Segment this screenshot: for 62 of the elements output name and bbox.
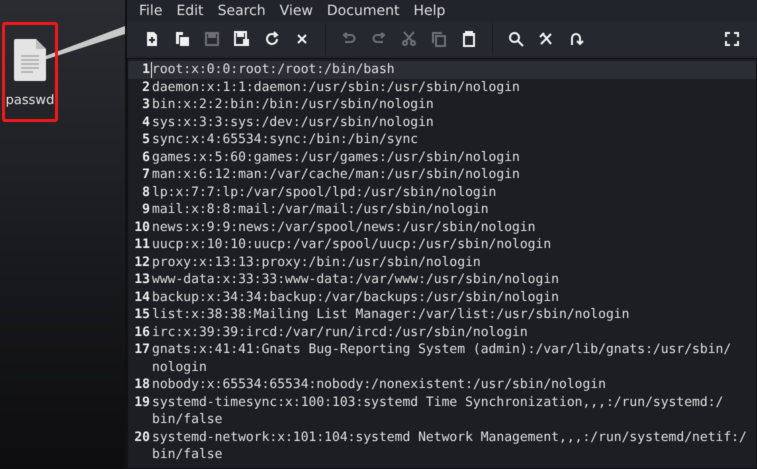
line-number: 2: [141, 78, 151, 96]
new-file-icon[interactable]: [144, 31, 160, 47]
code-line: backup:x:34:34:backup:/var/backups:/usr/sbin/nologin: [152, 288, 559, 306]
code-line: list:x:38:38:Mailing List Manager:/var/list:/usr/sbin/nologin: [152, 306, 630, 324]
code-line: uucp:x:10:10:uucp:/var/spool/uucp:/usr/sbin/nologin: [152, 236, 552, 254]
line-number: 3: [141, 96, 151, 114]
line-number: 14: [133, 288, 151, 306]
code-line: systemd-network:x:101:104:systemd Network Management,,,:/run/systemd/netif:/: [152, 428, 747, 446]
line-number: 17: [133, 341, 151, 359]
document-icon: [14, 39, 46, 81]
code-line: bin:x:2:2:bin:/bin:/usr/sbin/nologin: [152, 96, 434, 114]
line-number: 5: [141, 131, 151, 148]
code-line: root:x:0:0:root:/root:/bin/bash: [152, 61, 395, 78]
reload-icon[interactable]: [264, 31, 280, 47]
line-number: 19: [133, 394, 151, 412]
text-area[interactable]: [127, 58, 757, 469]
code-line: sync:x:4:65534:sync:/bin:/bin/sync: [152, 131, 418, 148]
code-line: bin/false: [152, 446, 224, 464]
line-number: 1: [141, 61, 151, 78]
line-number: 10: [133, 218, 151, 236]
line-number: 18: [133, 376, 151, 394]
paste-icon[interactable]: [461, 31, 477, 47]
code-line: lp:x:7:7:lp:/var/spool/lpd:/usr/sbin/nologin: [152, 184, 496, 201]
fullscreen-icon[interactable]: [724, 31, 740, 47]
menu-item[interactable]: Help: [406, 3, 452, 19]
line-number: 13: [133, 271, 151, 288]
menu-item[interactable]: Document: [320, 3, 406, 19]
code-line: gnats:x:41:41:Gnats Bug-Reporting System (admin):/var/lib/gnats:/usr/sbin/: [152, 341, 732, 358]
new-window-icon[interactable]: [174, 31, 190, 47]
file-name: passwd: [6, 93, 54, 108]
menu-item[interactable]: Edit: [169, 3, 211, 19]
code-line: irc:x:39:39:ircd:/var/run/ircd:/usr/sbin/nologin: [152, 324, 528, 341]
line-number: 8: [141, 184, 151, 201]
line-number: 16: [133, 324, 151, 341]
line-number: 4: [141, 114, 151, 131]
code-line: sys:x:3:3:sys:/dev:/usr/sbin/nologin: [152, 114, 434, 131]
code-line: games:x:5:60:games:/usr/games:/usr/sbin/nologin: [152, 148, 520, 166]
line-number: 6: [141, 148, 151, 166]
code-line: www-data:x:33:33:www-data:/var/www:/usr/sbin/nologin: [152, 271, 559, 288]
code-line: proxy:x:13:13:proxy:/bin:/usr/sbin/nologin: [152, 254, 481, 271]
line-number: 20: [133, 428, 151, 446]
jump-arrow-icon[interactable]: [568, 31, 584, 47]
code-line: mail:x:8:8:mail:/var/mail:/usr/sbin/nologin: [152, 201, 489, 218]
code-line: news:x:9:9:news:/var/spool/news:/usr/sbin/nologin: [152, 218, 536, 236]
menu-item[interactable]: File: [132, 3, 170, 19]
code-line: nologin: [152, 358, 208, 376]
line-number: 11: [133, 236, 151, 254]
line-number: 7: [141, 166, 151, 184]
menu-item[interactable]: View: [272, 3, 320, 19]
code-line: nobody:x:65534:65534:nobody:/nonexistent:/usr/sbin/nologin: [152, 376, 606, 394]
line-number: 9: [141, 201, 151, 218]
code-line: systemd-timesync:x:100:103:systemd Time Synchronization,,,:/run/systemd:/: [152, 394, 724, 411]
desktop-file-icon[interactable]: passwd: [2, 22, 58, 122]
save-as-icon[interactable]: [234, 31, 250, 47]
code-line: man:x:6:12:man:/var/cache/man:/usr/sbin/nologin: [152, 166, 520, 184]
menu-item[interactable]: Search: [210, 3, 273, 19]
code-line: bin/false: [152, 411, 224, 428]
search-icon[interactable]: [508, 31, 524, 47]
find-replace-icon[interactable]: [538, 31, 554, 47]
code-line: daemon:x:1:1:daemon:/usr/sbin:/usr/sbin/nologin: [152, 78, 520, 96]
line-number: 12: [133, 254, 151, 271]
line-number: 15: [133, 306, 151, 324]
